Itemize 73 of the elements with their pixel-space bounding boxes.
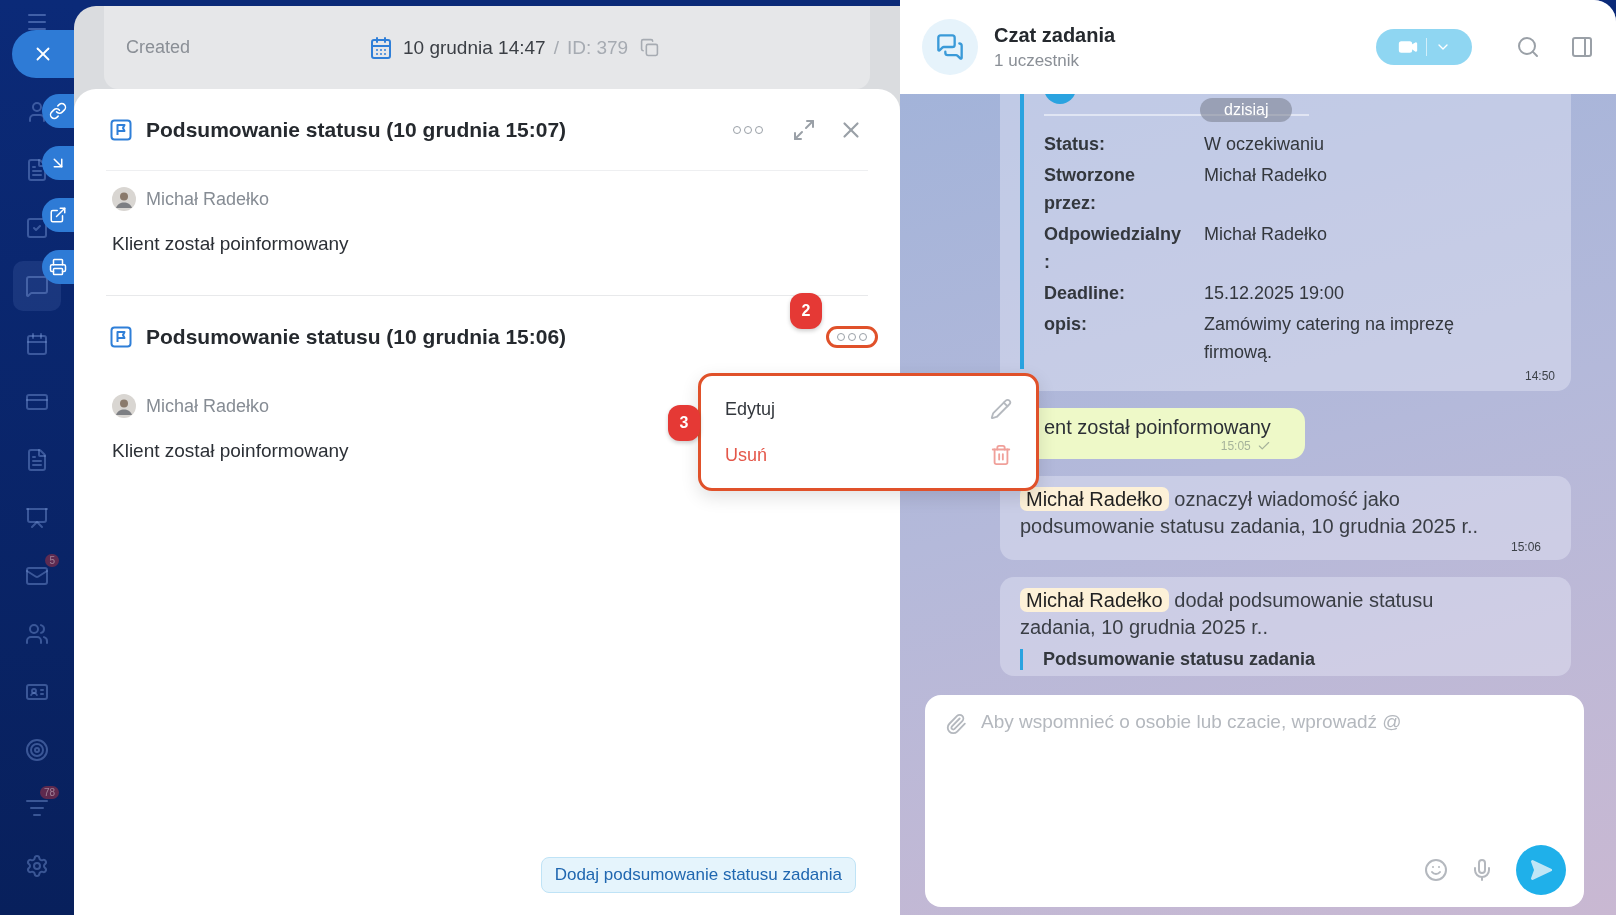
panel-icon[interactable]: [1570, 35, 1594, 59]
menu-item[interactable]: Edytuj: [701, 386, 1036, 432]
created-label: Created: [126, 37, 192, 58]
presentation-icon[interactable]: [25, 506, 49, 530]
field-value: 15.12.2025 19:00: [1204, 282, 1346, 305]
copy-icon[interactable]: [640, 38, 660, 57]
avatar-icon: [112, 187, 136, 211]
calendar-icon[interactable]: [25, 332, 49, 356]
send-icon: [1529, 858, 1553, 882]
settings-icon[interactable]: [25, 854, 49, 878]
external-link-icon: [49, 206, 67, 224]
field-label: Odpowiedzialny:: [1044, 223, 1182, 274]
quote-title: Podsumowanie statusu zadania: [1020, 649, 1541, 670]
summary-title: Podsumowanie statusu (10 grudnia 15:06): [146, 325, 568, 349]
field-label: Status:: [1044, 133, 1106, 156]
summary-text: Klient został poinformowany: [112, 233, 349, 255]
document-icon[interactable]: [25, 448, 49, 472]
field-value: Zamówimy catering na imprezę firmową.: [1204, 313, 1456, 364]
summary-title: Podsumowanie statusu (10 grudnia 15:07): [146, 117, 568, 142]
mention-link[interactable]: Michał Radełko: [1020, 487, 1169, 511]
author-name: Michał Radełko: [146, 188, 270, 210]
message-text: Michał Radełko oznaczył wiadomość jako podsumowanie statusu zadania, 10 grudnia 2025 r..: [1020, 486, 1480, 539]
expand-icon: [792, 117, 816, 142]
send-button[interactable]: [1516, 845, 1566, 895]
count-badge: 5: [45, 554, 59, 567]
date-pill: dzisiaj: [1200, 98, 1293, 122]
link-button[interactable]: [42, 94, 74, 128]
link-icon: [49, 102, 67, 120]
summary-text: Klient został poinformowany: [112, 440, 349, 462]
step-badge: 2: [790, 293, 822, 329]
chat-title: Czat zadania: [994, 23, 1117, 47]
created-date: 10 grudnia 14:47: [403, 36, 546, 59]
mention-link[interactable]: Michał Radełko: [1020, 588, 1169, 612]
search-icon[interactable]: [1516, 35, 1540, 59]
step-badge: 3: [668, 405, 700, 441]
open-button[interactable]: [42, 198, 74, 232]
avatar-icon: [112, 394, 136, 418]
field-label: Deadline:: [1044, 282, 1127, 305]
message-text: ent został poinformowany: [1044, 416, 1271, 439]
message-time: 15:05: [1220, 439, 1251, 453]
pencil-icon: [990, 398, 1012, 420]
message-text: Michał Radełko dodał podsumowanie statusu zadania, 10 grudnia 2025 r..: [1020, 587, 1435, 640]
trash-icon: [990, 444, 1012, 466]
message-time: 15:06: [1510, 540, 1541, 554]
print-button[interactable]: [42, 250, 74, 284]
field-value: Michał Radełko: [1204, 223, 1329, 246]
mail-icon[interactable]: [25, 564, 49, 588]
separator: /: [553, 36, 559, 59]
close-button[interactable]: [12, 30, 74, 78]
author-name: Michał Radełko: [146, 395, 270, 417]
field-label: opis:: [1044, 313, 1088, 336]
chat-icon: [936, 33, 964, 61]
paperclip-icon[interactable]: [945, 713, 967, 735]
more-button[interactable]: [826, 326, 878, 348]
field-value: W oczekiwaniu: [1204, 133, 1326, 156]
field-label: Stworzone przez:: [1044, 164, 1136, 215]
message-time: 14:50: [1524, 369, 1555, 383]
field-value: Michał Radełko: [1204, 164, 1329, 187]
printer-icon: [49, 258, 67, 276]
menu-item[interactable]: Usuń: [701, 432, 1036, 478]
calendar-icon: [369, 35, 393, 60]
target-icon[interactable]: [25, 738, 49, 762]
flag-icon: [110, 118, 132, 141]
video-call-button[interactable]: [1376, 29, 1472, 65]
message-composer[interactable]: Aby wspomnieć o osobie lub czacie, wprowadź @: [925, 695, 1584, 907]
count-badge: 78: [39, 786, 59, 799]
add-summary-button[interactable]: Dodaj podsumowanie statusu zadania: [540, 857, 856, 893]
download-button[interactable]: [42, 146, 74, 180]
chat-subtitle: 1 uczestnik: [994, 50, 1081, 71]
task-id: ID: 379: [566, 36, 629, 59]
users-icon[interactable]: [25, 622, 49, 646]
smile-icon[interactable]: [1424, 858, 1448, 882]
flag-icon: [110, 326, 132, 348]
